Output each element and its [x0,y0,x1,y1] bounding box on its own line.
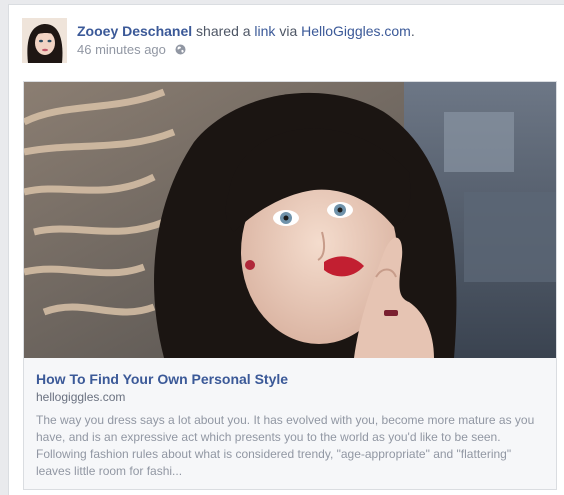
feed-post: Zooey Deschanel shared a link via HelloG… [8,4,564,495]
attachment-title-link[interactable]: How To Find Your Own Personal Style [36,370,288,388]
action-text: shared a [192,23,255,39]
via-source-link[interactable]: HelloGiggles.com [301,23,411,39]
timestamp-link[interactable]: 46 minutes ago [77,42,166,57]
author-name-link[interactable]: Zooey Deschanel [77,23,192,39]
shared-link-link[interactable]: link [254,23,275,39]
attachment-description: The way you dress says a lot about you. … [36,413,535,478]
attachment-domain: hellogiggles.com [36,390,126,404]
attachment-photo[interactable] [24,82,556,358]
link-attachment[interactable]: How To Find Your Own Personal Style hell… [23,81,557,490]
photo-zooey-deschanel [24,82,556,358]
via-text: via [275,23,302,39]
profile-avatar[interactable] [22,18,67,63]
globe-icon[interactable] [175,44,186,55]
post-header: Zooey Deschanel shared a link via HelloG… [77,22,415,40]
post-meta: 46 minutes ago [77,41,186,59]
header-punctuation: . [410,23,415,39]
